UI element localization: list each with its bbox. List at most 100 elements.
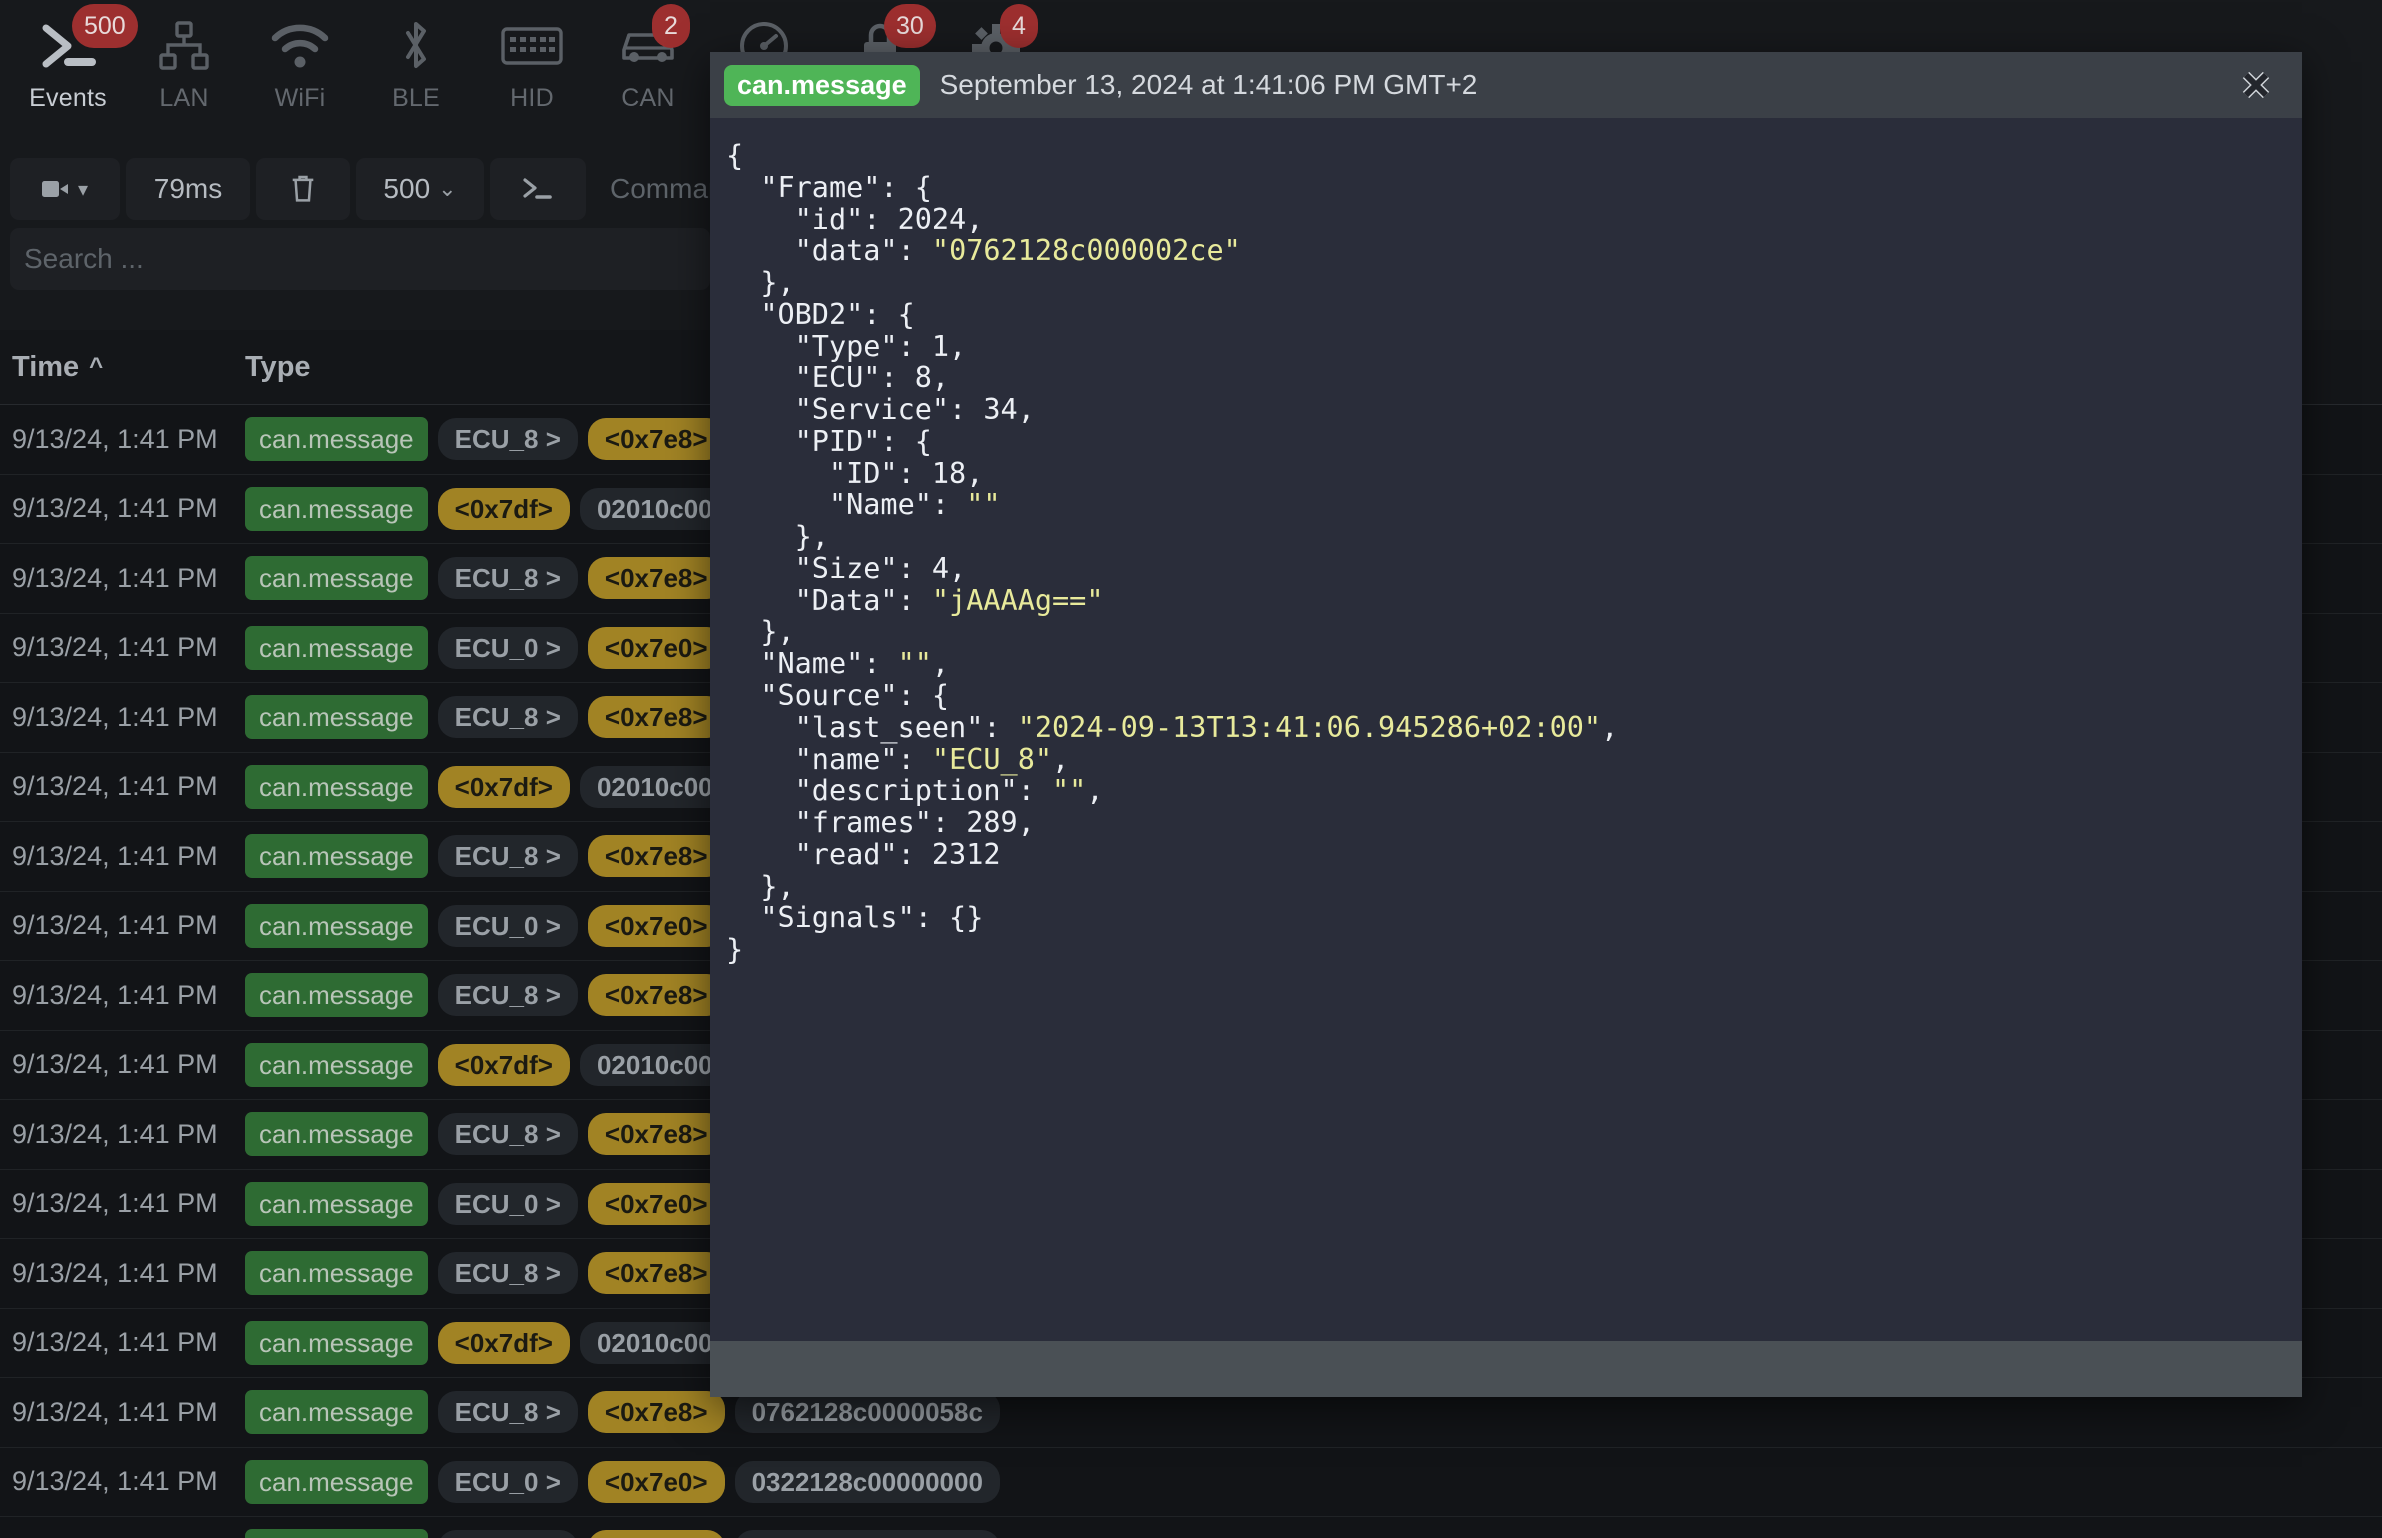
trash-icon xyxy=(292,175,314,202)
source-chip: ECU_8 > xyxy=(437,557,578,600)
nav-badge: 30 xyxy=(884,4,936,48)
can-id-chip: <0x7df> xyxy=(437,487,570,530)
table-row[interactable]: 9/13/24, 1:41 PM can.message ECU_0 > <0x7e0… xyxy=(0,1447,2382,1517)
clear-button[interactable] xyxy=(256,158,350,220)
source-chip: ECU_0 > xyxy=(437,626,578,669)
limit-value: 500 xyxy=(383,173,431,204)
keyboard-icon xyxy=(501,14,563,78)
nav-item-label: Events xyxy=(29,84,107,112)
event-type-chip: can.message xyxy=(245,973,428,1018)
event-type-chip: can.message xyxy=(245,1112,428,1157)
modal-header: can.message September 13, 2024 at 1:41:0… xyxy=(710,52,2302,118)
record-camera-icon xyxy=(41,181,68,197)
source-chip: ECU_0 > xyxy=(437,1460,578,1503)
event-type-chip: can.message xyxy=(245,1459,428,1504)
event-type-chip: can.message xyxy=(245,1320,428,1365)
cell-time: 9/13/24, 1:41 PM xyxy=(12,1396,218,1427)
nav-item-can[interactable]: CAN 2 xyxy=(590,0,706,130)
cell-time: 9/13/24, 1:41 PM xyxy=(12,632,218,663)
terminal-button[interactable] xyxy=(490,158,586,220)
payload-chip: 0762128c0000058c xyxy=(734,1391,1000,1434)
column-header-type-label: Type xyxy=(245,350,311,383)
table-row[interactable]: 9/13/24, 1:41 PMcan.messageECU_8 ><0x7e8… xyxy=(0,1517,2382,1538)
event-type-chip: can.message xyxy=(245,1529,428,1538)
payload-chip: 0762128c000002ce xyxy=(734,1530,1000,1538)
cell-time: 9/13/24, 1:41 PM xyxy=(12,1049,218,1080)
cell-type: can.message ECU_8 > <0x7e8> 0762128c000002c… xyxy=(245,1529,1000,1538)
column-header-type[interactable]: Type xyxy=(245,351,445,384)
nav-item-label: HID xyxy=(510,84,554,112)
can-id-chip: <0x7e0> xyxy=(587,1460,725,1503)
source-chip: ECU_8 > xyxy=(437,1252,578,1295)
nav-item-hid[interactable]: HID xyxy=(474,0,590,130)
cell-time: 9/13/24, 1:41 PM xyxy=(12,493,218,524)
wifi-icon xyxy=(270,14,330,78)
event-type-chip: can.message xyxy=(245,1390,428,1435)
event-type-chip: can.message xyxy=(245,1251,428,1296)
event-type-chip: can.message xyxy=(245,695,428,740)
can-id-chip: <0x7e0> xyxy=(587,1182,725,1225)
can-id-chip: <0x7df> xyxy=(437,1043,570,1086)
nav-item-label: WiFi xyxy=(274,84,326,112)
nav-badge: 2 xyxy=(652,4,690,48)
event-type-chip: can.message xyxy=(245,764,428,809)
source-chip: ECU_8 > xyxy=(437,835,578,878)
nav-item-wifi[interactable]: WiFi xyxy=(242,0,358,130)
nav-item-label: BLE xyxy=(392,84,440,112)
modal-event-type-badge: can.message xyxy=(724,64,920,106)
sort-asc-icon: ^ xyxy=(89,353,104,380)
column-header-time[interactable]: Time ^ xyxy=(0,351,245,384)
app-root: Events 500 LAN WiFi BLE HID CAN 2 30 4 ▾ 79ms 500 xyxy=(0,0,2382,1538)
nav-item-label: LAN xyxy=(159,84,209,112)
cell-time: 9/13/24, 1:41 PM xyxy=(12,979,218,1010)
event-type-chip: can.message xyxy=(245,834,428,879)
can-id-chip: <0x7e0> xyxy=(587,904,725,947)
can-id-chip: <0x7e8> xyxy=(587,1252,725,1295)
can-id-chip: <0x7e8> xyxy=(587,418,725,461)
chevron-down-icon: ⌄ xyxy=(438,176,457,201)
can-id-chip: <0x7e0> xyxy=(587,626,725,669)
cell-time: 9/13/24, 1:41 PM xyxy=(12,1257,218,1288)
limit-button[interactable]: 500 ⌄ xyxy=(356,158,484,220)
cell-time: 9/13/24, 1:41 PM xyxy=(12,1466,218,1497)
nav-item-events[interactable]: Events 500 xyxy=(10,0,138,130)
cell-time: 9/13/24, 1:41 PM xyxy=(12,910,218,941)
nav-item-lan[interactable]: LAN xyxy=(126,0,242,130)
can-id-chip: <0x7e8> xyxy=(587,557,725,600)
source-chip: ECU_0 > xyxy=(437,904,578,947)
close-icon[interactable] xyxy=(2234,63,2278,107)
source-chip: ECU_8 > xyxy=(437,1391,578,1434)
can-id-chip: <0x7e8> xyxy=(587,1113,725,1156)
payload-chip: 0322128c00000000 xyxy=(734,1460,1000,1503)
event-type-chip: can.message xyxy=(245,556,428,601)
source-chip: ECU_8 > xyxy=(437,418,578,461)
cell-time: 9/13/24, 1:41 PM xyxy=(12,1118,218,1149)
can-id-chip: <0x7df> xyxy=(437,765,570,808)
modal-footer xyxy=(710,1341,2302,1397)
nav-item-label: CAN xyxy=(621,84,675,112)
search-placeholder: Search ... xyxy=(24,243,144,274)
cell-time: 9/13/24, 1:41 PM xyxy=(12,701,218,732)
nav-item-ble[interactable]: BLE xyxy=(358,0,474,130)
can-id-chip: <0x7e8> xyxy=(587,1530,725,1538)
cell-time: 9/13/24, 1:41 PM xyxy=(12,771,218,802)
cell-time: 9/13/24, 1:41 PM xyxy=(12,562,218,593)
can-id-chip: <0x7df> xyxy=(437,1321,570,1364)
source-chip: ECU_8 > xyxy=(437,974,578,1017)
modal-body: { "Frame": { "id": 2024, "data": "076212… xyxy=(710,118,2302,1341)
search-input[interactable]: Search ... xyxy=(10,228,710,290)
nav-badge: 4 xyxy=(1000,4,1038,48)
can-id-chip: <0x7e8> xyxy=(587,1391,725,1434)
interval-button[interactable]: 79ms xyxy=(126,158,250,220)
event-type-chip: can.message xyxy=(245,1042,428,1087)
column-header-time-label: Time xyxy=(12,350,80,383)
event-json-view: { "Frame": { "id": 2024, "data": "076212… xyxy=(726,139,1619,967)
modal-timestamp: September 13, 2024 at 1:41:06 PM GMT+2 xyxy=(939,69,1478,100)
cell-time: 9/13/24, 1:41 PM xyxy=(12,1327,218,1358)
can-id-chip: <0x7e8> xyxy=(587,835,725,878)
event-type-chip: can.message xyxy=(245,486,428,531)
source-chip: ECU_8 > xyxy=(437,696,578,739)
cell-type: can.messageECU_0 ><0x7e0>0322128c0000000… xyxy=(245,1459,1000,1504)
event-type-chip: can.message xyxy=(245,1181,428,1226)
record-button[interactable]: ▾ xyxy=(10,158,120,220)
